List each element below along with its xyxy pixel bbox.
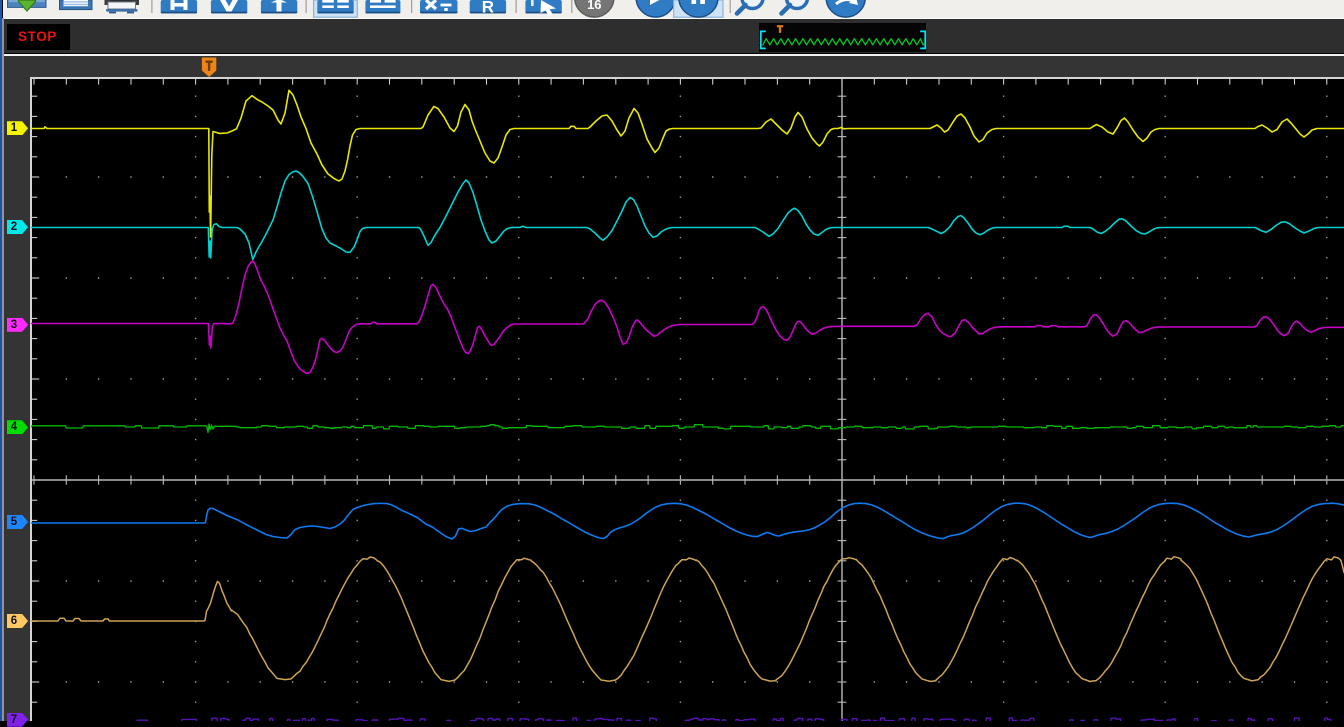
svg-text:R: R xyxy=(482,0,494,17)
svg-text:16: 16 xyxy=(587,0,601,12)
